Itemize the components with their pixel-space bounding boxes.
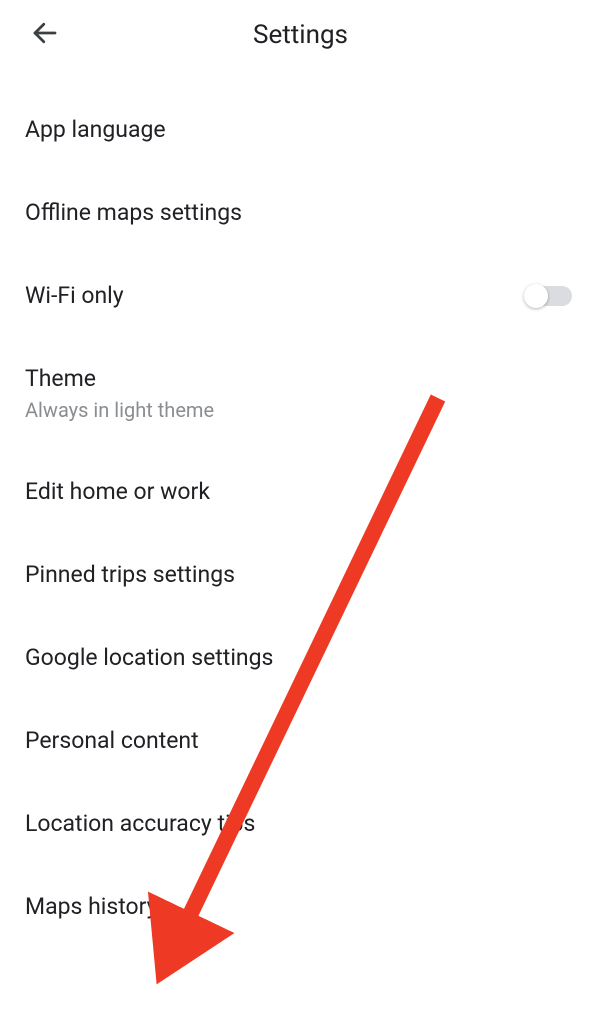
header-bar: Settings [0, 0, 601, 70]
back-button[interactable] [30, 18, 60, 52]
setting-app-language[interactable]: App language [25, 88, 576, 171]
page-title: Settings [10, 20, 591, 50]
toggle-knob [524, 284, 548, 308]
setting-label: Personal content [25, 727, 576, 754]
setting-label: Theme [25, 365, 576, 392]
setting-maps-history[interactable]: Maps history [25, 865, 576, 948]
setting-theme[interactable]: Theme Always in light theme [25, 337, 576, 450]
setting-subtitle: Always in light theme [25, 398, 576, 422]
setting-label: Offline maps settings [25, 199, 576, 226]
setting-edit-home-work[interactable]: Edit home or work [25, 450, 576, 533]
settings-list: App language Offline maps settings Wi-Fi… [0, 70, 601, 948]
setting-location-accuracy[interactable]: Location accuracy tips [25, 782, 576, 865]
setting-label: Location accuracy tips [25, 810, 576, 837]
setting-google-location[interactable]: Google location settings [25, 616, 576, 699]
setting-offline-maps[interactable]: Offline maps settings [25, 171, 576, 254]
setting-label: Edit home or work [25, 478, 576, 505]
setting-label: Pinned trips settings [25, 561, 576, 588]
back-arrow-icon [30, 18, 60, 48]
wifi-only-toggle[interactable] [526, 286, 572, 306]
setting-label: Wi-Fi only [25, 282, 124, 309]
setting-wifi-only[interactable]: Wi-Fi only [25, 254, 576, 337]
setting-pinned-trips[interactable]: Pinned trips settings [25, 533, 576, 616]
setting-label: App language [25, 116, 576, 143]
setting-label: Maps history [25, 893, 576, 920]
setting-label: Google location settings [25, 644, 576, 671]
setting-personal-content[interactable]: Personal content [25, 699, 576, 782]
